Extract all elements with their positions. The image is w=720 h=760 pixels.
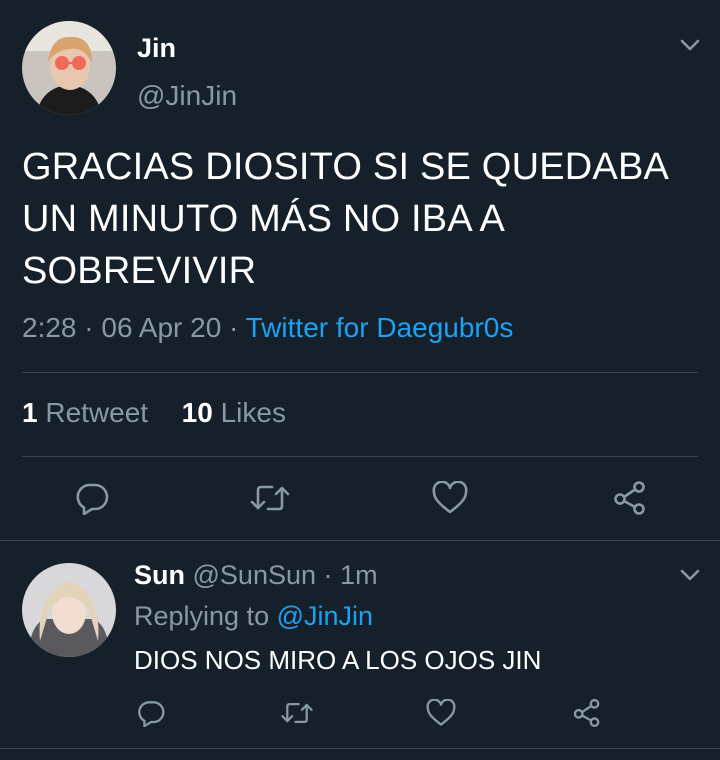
section-divider	[0, 540, 720, 541]
chevron-down-icon[interactable]	[679, 567, 701, 588]
tweet-meta: 2:28 · 06 Apr 20 · Twitter for Daegubr0s	[22, 312, 513, 344]
reply-button[interactable]	[72, 478, 112, 518]
divider	[22, 372, 698, 373]
retweet-button[interactable]	[248, 478, 292, 518]
meta-separator: ·	[84, 312, 94, 343]
meta-separator: ·	[229, 312, 239, 343]
meta-separator: ·	[323, 560, 333, 590]
retweet-icon	[281, 702, 313, 724]
like-icon	[426, 699, 456, 726]
reply-button[interactable]	[134, 696, 168, 730]
reply-icon	[76, 483, 109, 515]
tweet-date: 06 Apr 20	[101, 312, 222, 343]
author-handle[interactable]: @JinJin	[137, 80, 237, 112]
main-tweet: Jin @JinJin GRACIAS DIOSITO SI SE QUEDAB…	[0, 0, 720, 540]
tweet-stats: 1 Retweet 10 Likes	[22, 397, 286, 429]
divider	[22, 456, 698, 457]
avatar[interactable]	[22, 21, 116, 115]
avatar-image	[22, 21, 116, 115]
like-button[interactable]	[430, 478, 470, 518]
likes-count: 10	[181, 397, 213, 428]
replying-prefix: Replying to	[134, 601, 270, 631]
reply-author-handle[interactable]: @SunSun	[193, 560, 317, 590]
tweet-source-link[interactable]: Twitter for Daegubr0s	[246, 312, 514, 343]
reply-avatar-image	[22, 563, 116, 657]
reply-text: DIOS NOS MIRO A LOS OJOS JIN	[134, 645, 542, 675]
share-icon	[614, 481, 645, 515]
reply-author-name[interactable]: Sun	[134, 560, 185, 590]
share-icon	[573, 698, 600, 728]
reply-age: 1m	[340, 560, 378, 590]
likes-label: Likes	[220, 397, 286, 428]
retweet-button[interactable]	[278, 696, 316, 730]
reply-header: Sun @SunSun · 1m	[134, 560, 378, 591]
tweet-text: GRACIAS DIOSITO SI SE QUEDABA UN MINUTO …	[22, 146, 667, 292]
retweet-icon	[250, 485, 290, 511]
like-button[interactable]	[424, 696, 458, 730]
retweets-count: 1	[22, 397, 38, 428]
share-button[interactable]	[570, 696, 604, 730]
replying-to: Replying to @JinJin	[134, 601, 373, 632]
author-name[interactable]: Jin	[137, 33, 176, 64]
likes-stat[interactable]: 10 Likes	[182, 397, 286, 428]
chevron-down-icon[interactable]	[679, 37, 701, 58]
reply-avatar[interactable]	[22, 563, 116, 657]
like-icon	[432, 481, 468, 514]
retweets-stat[interactable]: 1 Retweet	[22, 397, 148, 428]
replying-handle-link[interactable]: @JinJin	[277, 601, 373, 631]
section-divider	[0, 748, 720, 749]
tweet-time: 2:28	[22, 312, 77, 343]
share-button[interactable]	[610, 478, 650, 518]
reply-icon	[138, 701, 165, 727]
retweets-label: Retweet	[45, 397, 149, 428]
